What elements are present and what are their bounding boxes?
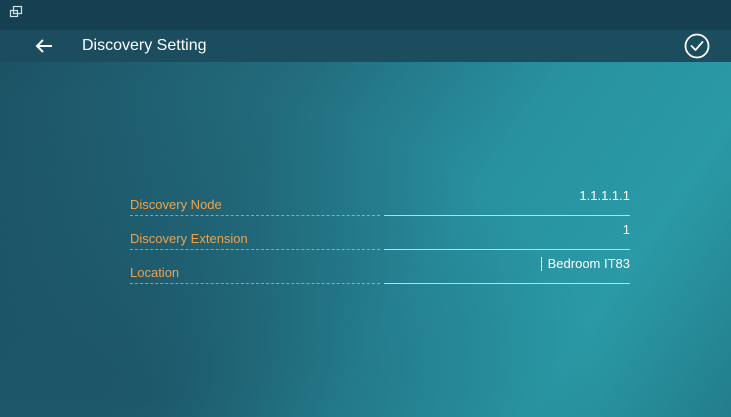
screen: Discovery Setting Discovery Node 1.1.1.1… (0, 0, 731, 417)
location-value: Bedroom IT83 (547, 256, 630, 271)
text-cursor (541, 257, 542, 271)
discovery-extension-value: 1 (622, 222, 630, 237)
discovery-extension-row: Discovery Extension 1 (130, 223, 630, 250)
discovery-node-row: Discovery Node 1.1.1.1.1 (130, 189, 630, 216)
discovery-extension-input[interactable]: 1 (384, 223, 630, 250)
discovery-form: Discovery Node 1.1.1.1.1 Discovery Exten… (0, 0, 731, 417)
location-label: Location (130, 262, 380, 284)
discovery-node-input[interactable]: 1.1.1.1.1 (384, 189, 630, 216)
discovery-node-value: 1.1.1.1.1 (579, 188, 630, 203)
location-row: Location Bedroom IT83 (130, 257, 630, 284)
discovery-node-label: Discovery Node (130, 194, 380, 216)
discovery-extension-label: Discovery Extension (130, 228, 380, 250)
location-input[interactable]: Bedroom IT83 (384, 257, 630, 284)
